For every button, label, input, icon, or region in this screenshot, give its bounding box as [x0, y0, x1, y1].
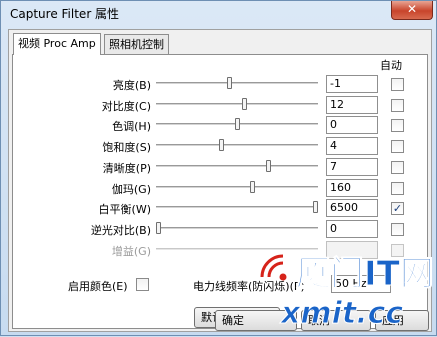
sharpness-value-field[interactable]: 7 [326, 158, 378, 176]
saturation-auto-checkbox[interactable] [391, 140, 404, 153]
white-balance-value-field[interactable]: 6500 [326, 199, 378, 217]
hue-slider[interactable] [156, 118, 318, 130]
brightness-slider-thumb[interactable] [227, 77, 232, 89]
enable-color-label: 启用颜色(E) [68, 280, 128, 293]
backlight-comp-slider[interactable] [156, 222, 318, 234]
sharpness-slider[interactable] [156, 160, 318, 172]
watermark-signal-icon [260, 254, 287, 281]
sharpness-auto-checkbox[interactable] [391, 161, 404, 174]
tab-video-proc-amp[interactable]: 视频 Proc Amp [13, 33, 101, 55]
window-title: Capture Filter 属性 [10, 7, 120, 21]
enable-color-checkbox[interactable] [136, 278, 149, 291]
gamma-auto-checkbox[interactable] [391, 182, 404, 195]
brightness-auto-checkbox[interactable] [391, 78, 404, 91]
gamma-value-field[interactable]: 160 [326, 179, 378, 197]
svg-text:xmit.cc: xmit.cc [279, 296, 403, 331]
brightness-label: 亮度(B) [112, 79, 151, 92]
brightness-value-field[interactable]: -1 [326, 75, 378, 93]
saturation-slider-thumb[interactable] [219, 139, 224, 151]
xmit-watermark-logo: 厦门IT网 xmit.cc [260, 254, 434, 332]
saturation-value-field[interactable]: 4 [326, 137, 378, 155]
svg-text:厦门IT网: 厦门IT网 [296, 254, 434, 294]
hue-slider-thumb[interactable] [235, 118, 240, 130]
gamma-label: 伽玛(G) [111, 183, 151, 196]
gamma-slider-thumb[interactable] [250, 181, 255, 193]
sharpness-label: 清晰度(P) [102, 162, 151, 175]
contrast-value-field[interactable]: 12 [326, 96, 378, 114]
contrast-slider[interactable] [156, 98, 318, 110]
dialog-window: Capture Filter 属性 ✕ 视频 Proc Amp 照相机控制 自动… [0, 0, 437, 336]
backlight-comp-label: 逆光对比(B) [90, 224, 151, 237]
close-button[interactable]: ✕ [391, 1, 433, 20]
title-bar[interactable]: Capture Filter 属性 ✕ [1, 1, 437, 27]
contrast-slider-thumb[interactable] [242, 98, 247, 110]
white-balance-slider-thumb[interactable] [313, 201, 318, 213]
brightness-slider[interactable] [156, 77, 318, 89]
white-balance-auto-checkbox[interactable]: ✓ [391, 202, 404, 215]
hue-value-field[interactable]: 0 [326, 116, 378, 134]
contrast-auto-checkbox[interactable] [391, 99, 404, 112]
white-balance-label: 白平衡(W) [98, 203, 151, 216]
tab-camera-control[interactable]: 照相机控制 [104, 34, 169, 54]
backlight-comp-slider-thumb[interactable] [156, 222, 161, 234]
white-balance-slider[interactable] [156, 201, 318, 213]
hue-label: 色调(H) [112, 120, 151, 133]
gain-label: 增益(G) [111, 245, 151, 258]
saturation-slider[interactable] [156, 139, 318, 151]
gamma-slider[interactable] [156, 181, 318, 193]
contrast-label: 对比度(C) [101, 100, 151, 113]
sharpness-slider-thumb[interactable] [266, 160, 271, 172]
hue-auto-checkbox[interactable] [391, 119, 404, 132]
saturation-label: 饱和度(S) [102, 141, 151, 154]
auto-column-header: 自动 [380, 59, 402, 72]
